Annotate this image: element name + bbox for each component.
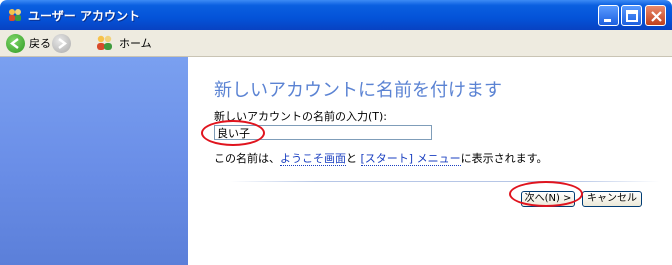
hint-prefix: この名前は、 [214, 152, 280, 165]
title-bar: ユーザー アカウント [0, 0, 672, 30]
minimize-button[interactable] [598, 5, 619, 26]
name-hint: この名前は、ようこそ画面と [スタート] メニューに表示されます。 [214, 150, 548, 166]
page-heading: 新しいアカウントに名前を付けます [214, 80, 502, 101]
hint-suffix: に表示されます。 [460, 152, 548, 165]
minimize-icon [604, 19, 611, 22]
forward-arrow-icon [52, 33, 71, 53]
separator-line [230, 181, 660, 182]
close-icon [651, 11, 662, 22]
back-button[interactable]: 戻る [6, 33, 51, 53]
cancel-button[interactable]: キャンセル [582, 191, 642, 207]
home-button[interactable]: ホーム [95, 33, 152, 53]
toolbar: 戻る ホーム [0, 30, 672, 57]
start-menu-link[interactable]: [スタート] メニュー [360, 152, 461, 166]
maximize-icon [626, 10, 638, 22]
home-label: ホーム [119, 37, 152, 50]
account-name-input[interactable] [214, 125, 432, 140]
hint-mid: と [346, 152, 361, 165]
user-accounts-icon [9, 9, 21, 21]
main-content: 新しいアカウントに名前を付けます 新しいアカウントの名前の入力(T): この名前… [188, 57, 672, 265]
close-button[interactable] [645, 5, 666, 26]
welcome-screen-link[interactable]: ようこそ画面 [280, 152, 346, 166]
back-label: 戻る [29, 37, 51, 50]
maximize-button[interactable] [621, 5, 642, 26]
home-users-icon [97, 35, 112, 50]
next-button[interactable]: 次へ(N) > [521, 191, 575, 207]
account-name-label: 新しいアカウントの名前の入力(T): [214, 110, 388, 123]
back-arrow-icon [6, 33, 25, 53]
forward-button[interactable] [52, 33, 71, 53]
window-title: ユーザー アカウント [28, 9, 140, 23]
left-task-pane [0, 57, 188, 265]
